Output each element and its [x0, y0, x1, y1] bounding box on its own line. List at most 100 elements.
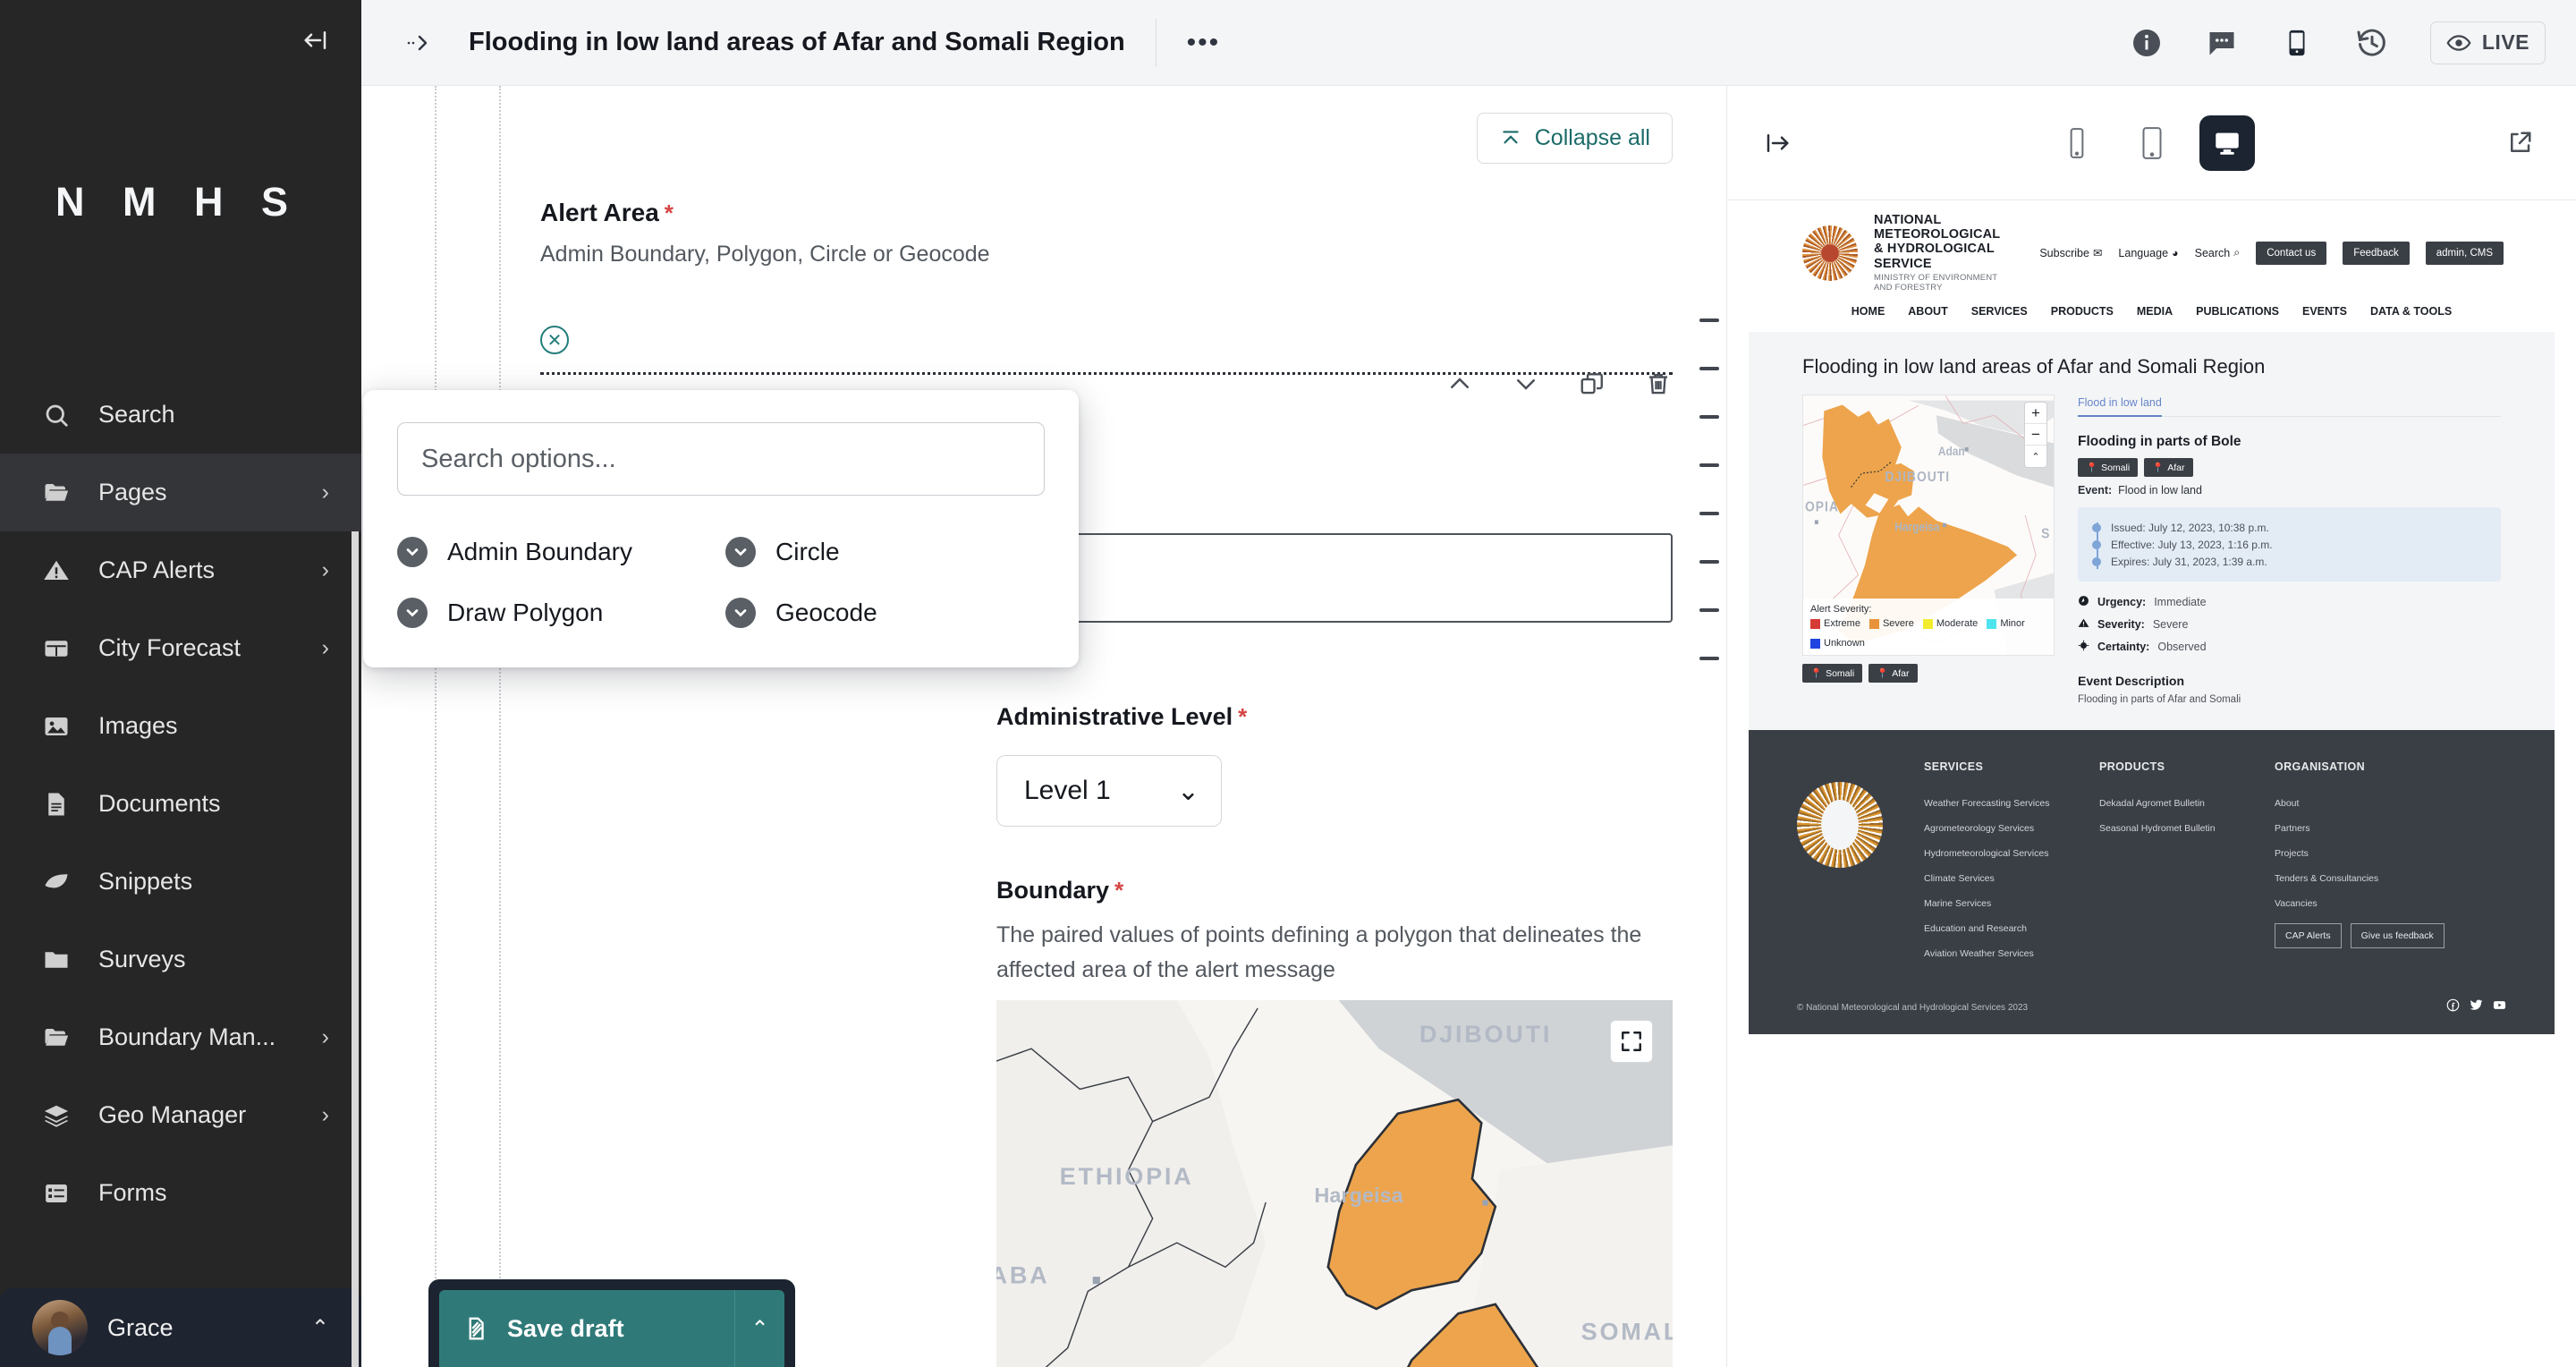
sidebar-nav: Search Pages › CAP Alerts › City Forecas…: [0, 376, 361, 1367]
alert-tag[interactable]: 📍 Afar: [2144, 458, 2193, 478]
duplicate-icon[interactable]: [1578, 369, 1606, 398]
sidebar-item-pages[interactable]: Pages ›: [0, 454, 361, 531]
marker: [1699, 560, 1719, 564]
zoom-out-button[interactable]: −: [2025, 424, 2046, 446]
save-draft-expand-icon[interactable]: ⌃: [734, 1290, 784, 1367]
footer-link[interactable]: Tenders & Consultancies: [2275, 873, 2445, 884]
live-button[interactable]: LIVE: [2429, 21, 2546, 64]
user-menu[interactable]: Grace ⌃: [0, 1288, 361, 1367]
boundary-map[interactable]: DJIBOUTI ETHIOPIA Hargeisa DIS ABABA SOM…: [996, 1000, 1673, 1367]
comments-icon[interactable]: [2205, 26, 2239, 60]
move-down-icon[interactable]: [1512, 369, 1540, 398]
administrative-level-select[interactable]: Level 1 ⌄: [996, 755, 1222, 827]
footer-link[interactable]: Weather Forecasting Services: [1924, 798, 2058, 809]
footer-link[interactable]: Seasonal Hydromet Bulletin: [2099, 823, 2233, 834]
nav-home[interactable]: HOME: [1852, 305, 1885, 318]
search-input[interactable]: [397, 422, 1045, 496]
compass-button[interactable]: ⌃: [2025, 446, 2046, 467]
nav-events[interactable]: EVENTS: [2302, 305, 2347, 318]
option-label: Circle: [775, 538, 840, 565]
footer-link[interactable]: Marine Services: [1924, 898, 2058, 909]
device-mobile-large-button[interactable]: [2124, 115, 2180, 171]
give-feedback-button[interactable]: Give us feedback: [2350, 923, 2445, 949]
pin-icon: 📍: [2086, 463, 2098, 474]
mobile-icon[interactable]: [2280, 26, 2314, 60]
main-column: Flooding in low land areas of Afar and S…: [361, 0, 2576, 1367]
close-icon[interactable]: ✕: [540, 326, 569, 354]
alert-tab[interactable]: Flood in low land: [2078, 396, 2162, 418]
footer-link[interactable]: Vacancies: [2275, 898, 2445, 909]
sidebar-item-city-forecast[interactable]: City Forecast ›: [0, 609, 361, 687]
event-row: Event: Flood in low land: [2078, 484, 2501, 497]
sidebar-item-surveys[interactable]: Surveys: [0, 921, 361, 998]
footer-link[interactable]: Dekadal Agromet Bulletin: [2099, 798, 2233, 809]
search-link[interactable]: Search ⌕: [2195, 246, 2241, 259]
twitter-icon[interactable]: [2470, 998, 2483, 1016]
language-link[interactable]: Language ◕: [2118, 247, 2178, 259]
footer-link[interactable]: Education and Research: [1924, 923, 2058, 934]
nav-about[interactable]: ABOUT: [1908, 305, 1947, 318]
cap-alerts-button[interactable]: CAP Alerts: [2275, 923, 2342, 949]
breadcrumb-forward-icon[interactable]: [397, 31, 445, 55]
sidebar-item-boundary-manager[interactable]: Boundary Man... ›: [0, 998, 361, 1076]
expand-map-icon[interactable]: [1610, 1020, 1653, 1063]
option-draw-polygon[interactable]: Draw Polygon: [397, 598, 716, 628]
move-up-icon[interactable]: [1445, 369, 1474, 398]
sidebar-item-snippets[interactable]: Snippets: [0, 843, 361, 921]
save-draft-button[interactable]: Save draft: [439, 1290, 734, 1367]
nav-publications[interactable]: PUBLICATIONS: [2196, 305, 2279, 318]
area-tag[interactable]: 📍 Somali: [1802, 664, 1863, 684]
tag-label: Somali: [1826, 667, 1855, 679]
nav-products[interactable]: PRODUCTS: [2051, 305, 2114, 318]
option-circle[interactable]: Circle: [725, 537, 1045, 567]
subscribe-link[interactable]: Subscribe ✉: [2039, 246, 2102, 260]
map-canvas: DJIBOUTI ETHIOPIA Hargeisa DIS ABABA SOM…: [996, 1000, 1673, 1367]
footer-link[interactable]: Agrometeorology Services: [1924, 823, 2058, 834]
delete-icon[interactable]: [1644, 369, 1673, 398]
pin-icon: 📍: [1877, 668, 1889, 680]
footer-link[interactable]: Climate Services: [1924, 873, 2058, 884]
collapse-all-label: Collapse all: [1534, 125, 1650, 150]
open-external-icon[interactable]: [2494, 117, 2546, 169]
collapse-sidebar-icon[interactable]: [295, 20, 336, 61]
facebook-icon[interactable]: [2446, 998, 2460, 1016]
feedback-button[interactable]: Feedback: [2343, 241, 2410, 265]
alert-map[interactable]: Adan DJIBOUTI OPIA Hargeisa S + − ⌃ Aler…: [1802, 395, 2055, 657]
footer-link[interactable]: Hydrometeorological Services: [1924, 848, 2058, 859]
history-icon[interactable]: [2355, 26, 2389, 60]
option-label: Admin Boundary: [447, 538, 633, 565]
contact-us-button[interactable]: Contact us: [2256, 241, 2327, 265]
sidebar-item-forms[interactable]: Forms: [0, 1154, 361, 1232]
info-icon[interactable]: [2130, 26, 2164, 60]
chevron-right-icon: ›: [321, 1102, 329, 1127]
zoom-in-button[interactable]: +: [2025, 403, 2046, 425]
footer-link[interactable]: Aviation Weather Services: [1924, 948, 2058, 959]
sidebar-item-geo-manager[interactable]: Geo Manager ›: [0, 1076, 361, 1154]
option-admin-boundary[interactable]: Admin Boundary: [397, 537, 716, 567]
youtube-icon[interactable]: [2493, 998, 2506, 1016]
collapse-preview-icon[interactable]: [1758, 130, 1797, 157]
svg-text:OPIA: OPIA: [1805, 500, 1839, 515]
sidebar-item-cap-alerts[interactable]: CAP Alerts ›: [0, 531, 361, 609]
nav-media[interactable]: MEDIA: [2137, 305, 2173, 318]
admin-cms-button[interactable]: admin, CMS: [2425, 241, 2504, 265]
alert-tag[interactable]: 📍 Somali: [2078, 458, 2139, 478]
sidebar-item-search[interactable]: Search: [0, 376, 361, 454]
area-tag[interactable]: 📍 Afar: [1868, 664, 1918, 684]
sidebar-item-images[interactable]: Images: [0, 687, 361, 765]
device-desktop-button[interactable]: [2199, 115, 2255, 171]
more-options-button[interactable]: •••: [1187, 28, 1221, 58]
app-root: N M H S Search Pages › CAP Alerts › City: [0, 0, 2576, 1367]
nav-services[interactable]: SERVICES: [1971, 305, 2028, 318]
footer-link[interactable]: Projects: [2275, 848, 2445, 859]
device-mobile-small-button[interactable]: [2049, 115, 2105, 171]
collapse-all-button[interactable]: Collapse all: [1476, 113, 1673, 164]
block-actions: [1445, 369, 1673, 398]
footer-link[interactable]: Partners: [2275, 823, 2445, 834]
certainty-icon: [2078, 640, 2089, 654]
meta-certainty: Certainty: Observed: [2078, 640, 2501, 654]
nav-data-tools[interactable]: DATA & TOOLS: [2370, 305, 2452, 318]
option-geocode[interactable]: Geocode: [725, 598, 1045, 628]
footer-link[interactable]: About: [2275, 798, 2445, 809]
sidebar-item-documents[interactable]: Documents: [0, 765, 361, 843]
